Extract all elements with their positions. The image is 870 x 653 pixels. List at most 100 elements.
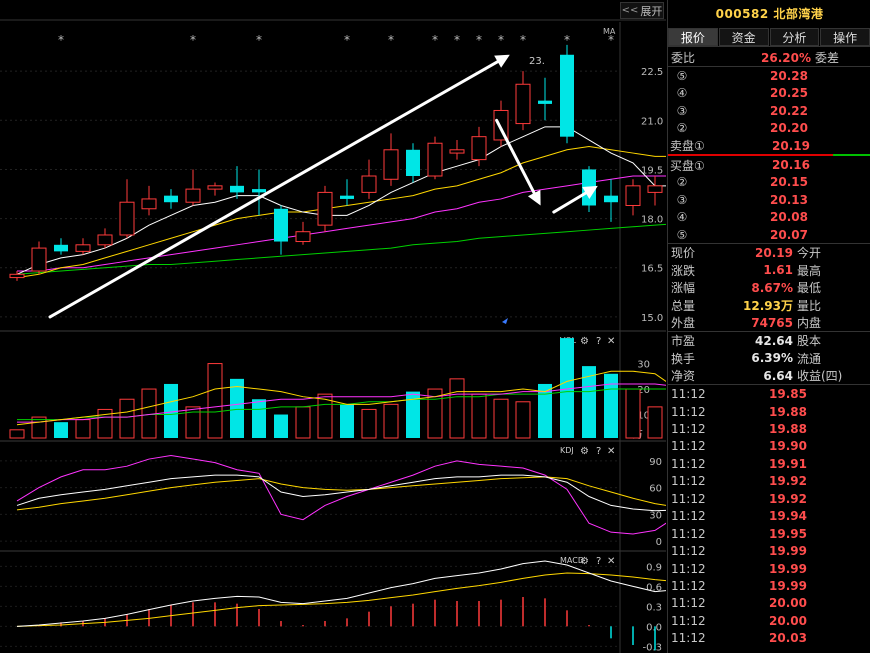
candle-body: [274, 208, 288, 242]
gear-icon[interactable]: ⚙: [580, 556, 589, 567]
ma20-line: [17, 175, 666, 272]
volume-bar: [471, 393, 487, 439]
sell-level[interactable]: 卖盘① 20.19: [668, 137, 870, 154]
macd-tick-label: 0.9: [646, 562, 662, 573]
signal-star: *: [476, 33, 482, 47]
kdj-tick-label: 90: [649, 457, 662, 468]
buy-level-num: ②: [676, 175, 688, 190]
sell-level[interactable]: ④ 20.25: [668, 85, 870, 102]
sell-level[interactable]: ② 20.20: [668, 120, 870, 137]
trade-tick-row: 11:12 20.00: [668, 595, 870, 612]
tab-analysis[interactable]: 分析: [769, 28, 820, 46]
signal-star: *: [344, 33, 350, 47]
macd-dea-line: [16, 572, 666, 627]
trade-tick-row: 11:12 19.94: [668, 507, 870, 524]
close-icon[interactable]: ✕: [607, 336, 615, 347]
sell-level-price: 20.28: [770, 69, 808, 84]
trade-price: 19.88: [769, 404, 807, 419]
trade-price: 19.99: [769, 544, 807, 559]
candle-body: [141, 198, 157, 210]
buy-level-num: ④: [676, 210, 688, 225]
candle-body: [538, 100, 552, 104]
price-tick-label: 21.0: [641, 116, 663, 127]
gear-icon[interactable]: ⚙: [580, 336, 589, 347]
volume-bar: [340, 404, 354, 438]
trade-tick-row: 11:12 19.92: [668, 490, 870, 507]
trend-arrow: [495, 118, 536, 195]
sell-level-num: ⑤: [676, 69, 688, 84]
trade-tick-row: 11:12 19.88: [668, 403, 870, 420]
stat-label2: 收益(四): [797, 369, 843, 384]
sell-level-num: ④: [676, 86, 688, 101]
chart-canvas[interactable]: 22.521.019.518.016.515.0MA* * * * * * * * * * * *23…: [0, 0, 666, 653]
volume-bar: [625, 388, 641, 439]
candle-body: [449, 149, 465, 154]
candle-body: [252, 189, 266, 193]
help-icon[interactable]: ?: [596, 556, 601, 567]
help-icon[interactable]: ?: [596, 446, 601, 457]
trade-price: 19.99: [769, 578, 807, 593]
help-icon[interactable]: ?: [596, 336, 601, 347]
candle-body: [97, 234, 113, 246]
sell-level[interactable]: ⑤ 20.28: [668, 67, 870, 84]
candle-body: [515, 83, 531, 125]
volume-bar: [75, 419, 91, 439]
sell-level-num: ③: [676, 103, 688, 118]
macd-dif-line: [16, 560, 666, 627]
candle-body: [207, 185, 223, 190]
stat-row: 净资 6.64 收益(四): [668, 367, 870, 384]
stock-title: 000582 北部湾港: [668, 0, 870, 28]
quote-row: 涨跌 1.61 最高: [668, 262, 870, 279]
gear-icon[interactable]: ⚙: [580, 446, 589, 457]
expand-button[interactable]: << 展开: [620, 2, 664, 19]
ma60-line: [16, 223, 666, 275]
candle-body: [230, 185, 244, 193]
macd-tick-label: -0.3: [642, 642, 662, 653]
trade-time: 11:12: [671, 526, 706, 541]
buy-level[interactable]: ⑤ 20.07: [668, 226, 870, 243]
volume-bar: [604, 373, 618, 438]
tab-quote[interactable]: 报价: [668, 28, 718, 46]
trade-ticks[interactable]: 11:12 19.85 11:12 19.88 11:12 19.88 11:12 19.90…: [668, 385, 870, 647]
trade-price: 19.90: [769, 439, 807, 454]
stat-label2: 流通: [797, 351, 822, 366]
buy-level[interactable]: ④ 20.08: [668, 209, 870, 226]
volume-bar: [274, 414, 288, 438]
trend-arrow: [552, 191, 588, 214]
candle-body: [119, 201, 135, 236]
candle-body: [31, 247, 47, 272]
kline-chart-area[interactable]: 22.5 21.0 19.5 18.0 16.5 15.0 MA * * * * * * * * * * * * 23…: [0, 0, 666, 653]
stat-value: 6.64: [763, 368, 793, 383]
kdj-label: KDJ: [560, 446, 574, 455]
close-icon[interactable]: ✕: [607, 556, 615, 567]
tab-funds[interactable]: 资金: [718, 28, 769, 46]
close-icon[interactable]: ✕: [607, 446, 615, 457]
buy-level[interactable]: ② 20.15: [668, 174, 870, 191]
trade-time: 11:12: [671, 578, 706, 593]
volume-bar: [295, 406, 311, 439]
quote-value: 20.19: [755, 245, 793, 260]
trade-tick-row: 11:12 19.85: [668, 385, 870, 402]
volume-bar: [9, 429, 25, 439]
sell-level-num: 卖盘①: [670, 139, 705, 154]
quote-row: 涨幅 8.67% 最低: [668, 279, 870, 296]
trade-tick-row: 11:12 19.88: [668, 420, 870, 437]
sell-level[interactable]: ③ 20.22: [668, 102, 870, 119]
weibi-value: 26.20%: [761, 50, 811, 65]
price-tick-label: 16.5: [641, 264, 663, 275]
trade-price: 19.92: [769, 474, 807, 489]
stock-code: 000582: [715, 7, 769, 21]
buy-level-price: 20.13: [770, 192, 808, 207]
quote-label2: 内盘: [797, 316, 822, 331]
candle-body: [625, 185, 641, 206]
trade-time: 11:12: [671, 509, 706, 524]
quote-row: 总量 12.93万 量比: [668, 296, 870, 313]
candle-body: [471, 136, 487, 161]
tab-operation[interactable]: 操作: [820, 28, 870, 46]
quote-label: 总量: [671, 298, 696, 313]
trade-time: 11:12: [671, 422, 706, 437]
volume-bar: [230, 378, 244, 438]
buy-level-price: 20.16: [772, 158, 810, 173]
buy-level[interactable]: ③ 20.13: [668, 191, 870, 208]
buy-level[interactable]: 买盘① 20.16: [668, 156, 870, 173]
